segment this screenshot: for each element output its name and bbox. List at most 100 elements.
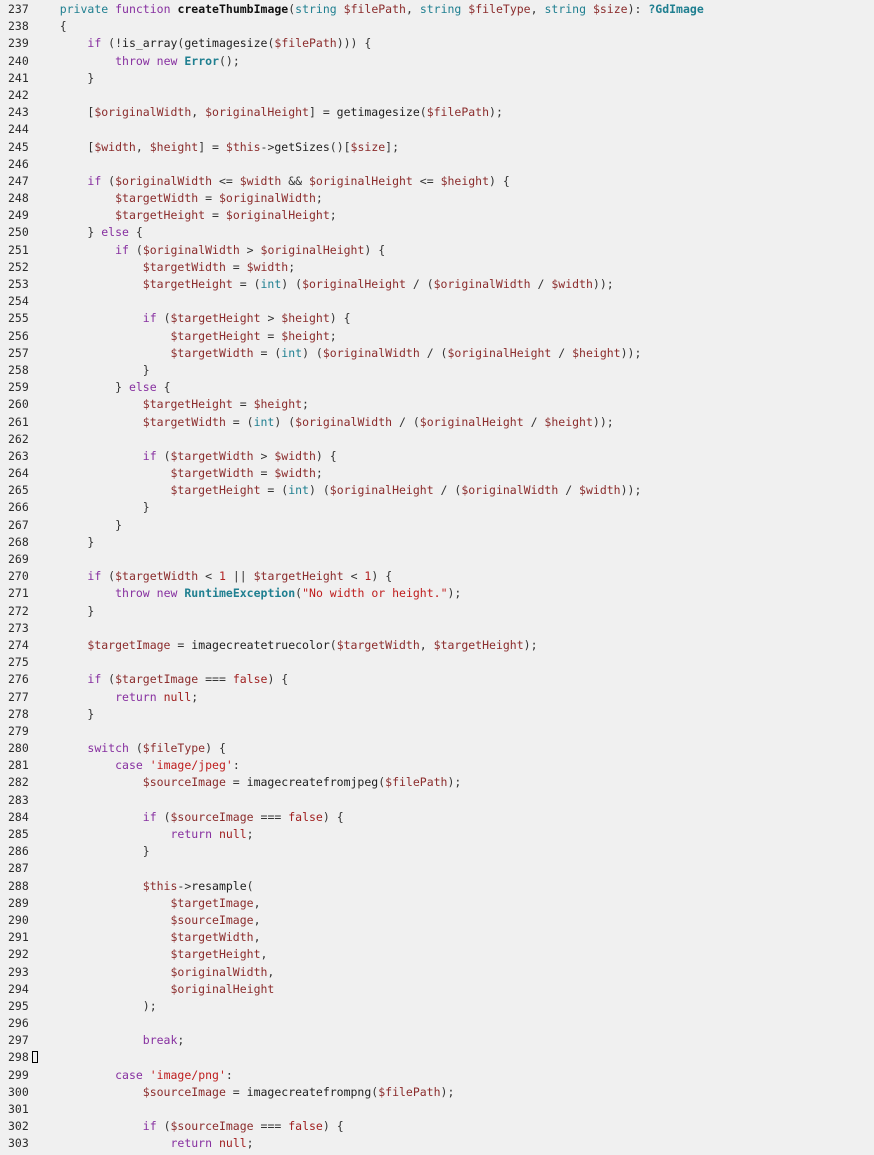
code-line[interactable]: 245 [$width, $height] = $this->getSizes(… [0, 139, 874, 156]
code-line[interactable]: 254 [0, 293, 874, 310]
code-line[interactable]: 283 [0, 792, 874, 809]
token-t: string [544, 2, 586, 16]
code-line[interactable]: 287 [0, 860, 874, 877]
token-v: $targetWidth [337, 638, 420, 652]
code-line[interactable]: 293 $originalWidth, [0, 964, 874, 981]
token-p: ); [448, 586, 462, 600]
token-p: ( [129, 741, 143, 755]
code-line[interactable]: 243 [$originalWidth, $originalHeight] = … [0, 104, 874, 121]
code-line[interactable]: 301 [0, 1101, 874, 1118]
token-p [32, 1119, 143, 1133]
token-p: > [261, 311, 282, 325]
code-line[interactable]: 292 $targetHeight, [0, 946, 874, 963]
code-line[interactable]: 257 $targetWidth = (int) ($originalWidth… [0, 345, 874, 362]
code-line[interactable]: 289 $targetImage, [0, 895, 874, 912]
token-p: } [32, 707, 94, 721]
code-line[interactable]: 269 [0, 551, 874, 568]
code-line[interactable]: 291 $targetWidth, [0, 929, 874, 946]
code-line[interactable]: 262 [0, 431, 874, 448]
code-line[interactable]: 294 $originalHeight [0, 981, 874, 998]
code-line[interactable]: 250 } else { [0, 224, 874, 241]
token-v: $originalHeight [447, 346, 551, 360]
token-p: ( [247, 879, 254, 893]
code-line[interactable]: 279 [0, 723, 874, 740]
code-line[interactable]: 273 [0, 620, 874, 637]
code-line[interactable]: 251 if ($originalWidth > $originalHeight… [0, 242, 874, 259]
code-line[interactable]: 297 break; [0, 1032, 874, 1049]
code-line[interactable]: 256 $targetHeight = $height; [0, 328, 874, 345]
code-line[interactable]: 246 [0, 156, 874, 173]
code-line[interactable]: 272 } [0, 603, 874, 620]
code-line[interactable]: 261 $targetWidth = (int) ($originalWidth… [0, 414, 874, 431]
code-line[interactable]: 241 } [0, 70, 874, 87]
token-p: ) { [323, 810, 344, 824]
code-line[interactable]: 303 return null; [0, 1135, 874, 1152]
token-p: ; [247, 1136, 254, 1150]
code-line[interactable]: 253 $targetHeight = (int) ($originalHeig… [0, 276, 874, 293]
code-line[interactable]: 264 $targetWidth = $width; [0, 465, 874, 482]
code-line[interactable]: 270 if ($targetWidth < 1 || $targetHeigh… [0, 568, 874, 585]
code-line[interactable]: 298 [0, 1049, 874, 1066]
code-line[interactable]: 237 private function createThumbImage(st… [0, 1, 874, 18]
code-line[interactable]: 281 case 'image/jpeg': [0, 757, 874, 774]
line-number: 280 [0, 740, 32, 757]
token-p: [ [32, 105, 94, 119]
code-line[interactable]: 239 if (!is_array(getimagesize($filePath… [0, 35, 874, 52]
line-number: 242 [0, 87, 32, 104]
code-line[interactable]: 282 $sourceImage = imagecreatefromjpeg($… [0, 774, 874, 791]
token-k: new [157, 54, 178, 68]
code-line[interactable]: 271 throw new RuntimeException("No width… [0, 585, 874, 602]
line-number: 285 [0, 826, 32, 843]
code-line[interactable]: 290 $sourceImage, [0, 912, 874, 929]
line-number: 295 [0, 998, 32, 1015]
code-line[interactable]: 286 } [0, 843, 874, 860]
code-editor[interactable]: 237 private function createThumbImage(st… [0, 0, 874, 1155]
code-line[interactable]: 295 ); [0, 998, 874, 1015]
code-line[interactable]: 275 [0, 654, 874, 671]
token-f: getimagesize [184, 36, 267, 50]
code-line[interactable]: 258 } [0, 362, 874, 379]
code-line[interactable]: 302 if ($sourceImage === false) { [0, 1118, 874, 1135]
code-line[interactable]: 284 if ($sourceImage === false) { [0, 809, 874, 826]
token-p: ); [489, 105, 503, 119]
token-p [32, 638, 87, 652]
code-line[interactable]: 285 return null; [0, 826, 874, 843]
line-number: 302 [0, 1118, 32, 1135]
line-number: 299 [0, 1067, 32, 1084]
token-p: > [240, 243, 261, 257]
code-line[interactable]: 248 $targetWidth = $originalWidth; [0, 190, 874, 207]
code-line[interactable]: 267 } [0, 517, 874, 534]
code-line[interactable]: 247 if ($originalWidth <= $width && $ori… [0, 173, 874, 190]
code-line[interactable]: 300 $sourceImage = imagecreatefrompng($f… [0, 1084, 874, 1101]
token-k: else [101, 225, 129, 239]
code-line[interactable]: 260 $targetHeight = $height; [0, 396, 874, 413]
code-line[interactable]: 242 [0, 87, 874, 104]
line-number: 243 [0, 104, 32, 121]
code-line[interactable]: 249 $targetHeight = $originalHeight; [0, 207, 874, 224]
code-line[interactable]: 299 case 'image/png': [0, 1067, 874, 1084]
code-line[interactable]: 252 $targetWidth = $width; [0, 259, 874, 276]
code-line[interactable]: 274 $targetImage = imagecreatetruecolor(… [0, 637, 874, 654]
token-p [32, 311, 143, 325]
code-line[interactable]: 268 } [0, 534, 874, 551]
token-p [32, 810, 143, 824]
code-line[interactable]: 238 { [0, 18, 874, 35]
token-v: $targetHeight [170, 329, 260, 343]
code-line[interactable]: 259 } else { [0, 379, 874, 396]
code-line[interactable]: 280 switch ($fileType) { [0, 740, 874, 757]
token-v: $width [94, 140, 136, 154]
code-line[interactable]: 296 [0, 1015, 874, 1032]
code-text: if ($originalWidth <= $width && $origina… [32, 173, 510, 190]
code-line[interactable]: 277 return null; [0, 689, 874, 706]
code-line[interactable]: 255 if ($targetHeight > $height) { [0, 310, 874, 327]
code-line[interactable]: 263 if ($targetWidth > $width) { [0, 448, 874, 465]
code-line[interactable]: 266 } [0, 499, 874, 516]
code-line[interactable]: 278 } [0, 706, 874, 723]
code-line[interactable]: 240 throw new Error(); [0, 53, 874, 70]
code-text: private function createThumbImage(string… [32, 1, 704, 18]
code-line[interactable]: 265 $targetHeight = (int) ($originalHeig… [0, 482, 874, 499]
code-line[interactable]: 244 [0, 121, 874, 138]
code-line[interactable]: 288 $this->resample( [0, 878, 874, 895]
code-line[interactable]: 276 if ($targetImage === false) { [0, 671, 874, 688]
line-number: 271 [0, 585, 32, 602]
